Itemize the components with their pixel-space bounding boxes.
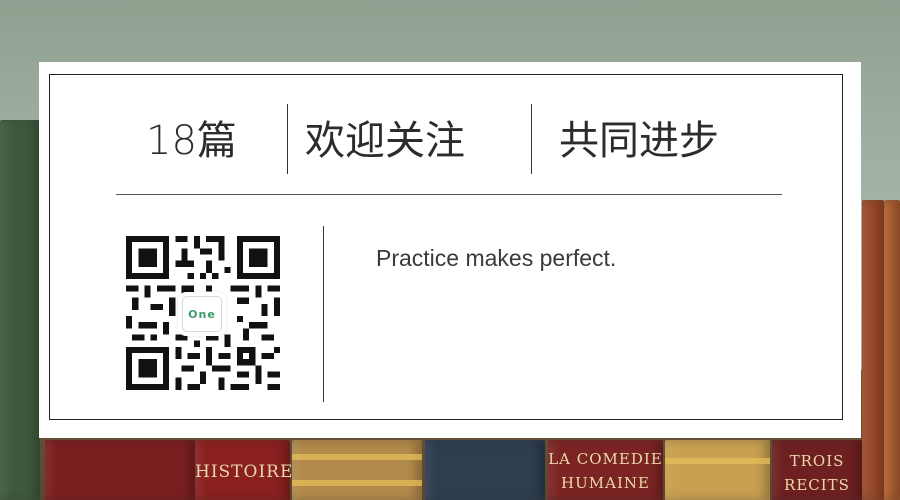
welcome-text: 欢迎关注 bbox=[305, 118, 465, 164]
book-spine: HISTOIRE bbox=[195, 440, 294, 500]
book-spine bbox=[0, 120, 40, 500]
book-spine bbox=[292, 440, 422, 500]
book-spine bbox=[665, 440, 770, 500]
book-title: TROIS bbox=[789, 452, 845, 470]
vertical-divider bbox=[323, 226, 324, 402]
article-count: 18篇 bbox=[146, 118, 237, 164]
progress-text: 共同进步 bbox=[559, 118, 719, 164]
tagline: Practice makes perfect. bbox=[376, 245, 617, 271]
book-spine bbox=[862, 200, 884, 500]
book-title: LA COMEDIE bbox=[548, 450, 663, 468]
divider bbox=[287, 104, 288, 174]
book-title: RECITS bbox=[784, 476, 850, 494]
book-spine bbox=[884, 200, 900, 500]
book-title: HISTOIRE bbox=[195, 462, 294, 482]
divider bbox=[531, 104, 532, 174]
horizontal-divider bbox=[116, 194, 782, 195]
book-title: HUMAINE bbox=[561, 474, 650, 492]
book-spine: LA COMEDIE HUMAINE bbox=[548, 440, 663, 500]
book-spine bbox=[425, 440, 545, 500]
qr-logo-text: One bbox=[182, 296, 222, 332]
qr-logo-badge: One bbox=[180, 294, 224, 334]
book-spine: TROIS RECITS bbox=[772, 440, 862, 500]
book-spine bbox=[45, 440, 195, 500]
